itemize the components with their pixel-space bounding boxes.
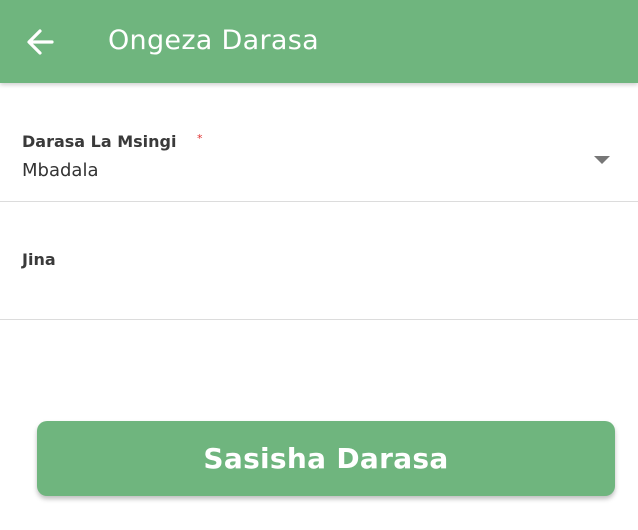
arrow-left-icon	[27, 29, 54, 55]
base-class-value: Mbadala	[22, 160, 99, 181]
base-class-dropdown[interactable]: Darasa La Msingi * Mbadala	[0, 84, 638, 202]
name-field[interactable]: Jina	[0, 202, 638, 320]
base-class-label: Darasa La Msingi	[22, 132, 177, 151]
page-title: Ongeza Darasa	[108, 25, 319, 56]
required-indicator: *	[197, 132, 203, 145]
app-bar: Ongeza Darasa	[0, 0, 638, 83]
triangle-down-icon	[594, 156, 610, 164]
update-class-button[interactable]: Sasisha Darasa	[37, 421, 615, 496]
name-label: Jina	[22, 250, 56, 269]
back-button[interactable]	[16, 18, 64, 66]
